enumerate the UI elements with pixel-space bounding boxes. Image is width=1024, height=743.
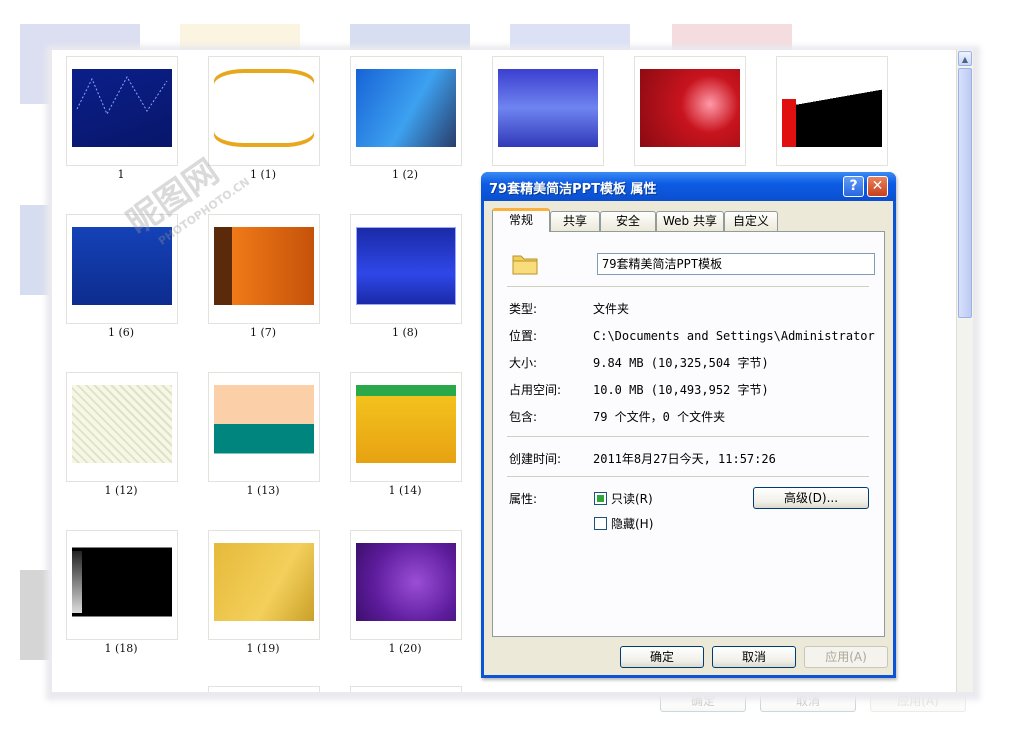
thumbnail-caption: 1 (1) bbox=[249, 168, 277, 181]
thumbnail-item[interactable] bbox=[208, 56, 320, 166]
apply-button[interactable]: 应用(A) bbox=[804, 646, 888, 668]
thumbnail-image bbox=[214, 543, 314, 621]
divider bbox=[507, 476, 869, 477]
thumbnail-item[interactable] bbox=[208, 686, 320, 692]
thumbnail-caption: 1 (7) bbox=[249, 326, 277, 339]
thumbnail-side-strip bbox=[72, 551, 82, 613]
checkbox-indeterminate-mark bbox=[597, 495, 604, 502]
dialog-title: 79套精美简洁PPT模板 属性 bbox=[489, 182, 657, 197]
thumbnail-image bbox=[72, 69, 172, 147]
contains-value: 79 个文件，0 个文件夹 bbox=[593, 410, 726, 424]
thumbnail-item[interactable] bbox=[208, 372, 320, 482]
type-value: 文件夹 bbox=[593, 302, 630, 316]
hidden-label[interactable]: 隐藏(H) bbox=[611, 515, 653, 532]
tab-customize[interactable]: 自定义 bbox=[724, 211, 778, 231]
thumbnail-caption: 1 bbox=[117, 168, 125, 181]
hidden-checkbox[interactable] bbox=[594, 517, 607, 530]
thumbnail-item[interactable] bbox=[66, 56, 178, 166]
thumbnail-item[interactable] bbox=[350, 686, 462, 692]
general-tab-panel: 79套精美简洁PPT模板 类型: 文件夹 位置: C:\Documents an… bbox=[492, 231, 885, 637]
thumbnail-image bbox=[640, 69, 740, 147]
thumbnail-image bbox=[214, 69, 314, 147]
thumbnail-caption: 1 (13) bbox=[246, 484, 280, 497]
thumbnail-item[interactable] bbox=[634, 56, 746, 166]
thumbnail-red-bar bbox=[782, 99, 796, 147]
thumbnail-image bbox=[356, 385, 456, 463]
divider bbox=[507, 286, 869, 287]
contains-label: 包含: bbox=[509, 410, 538, 424]
dialog-body: 常规 共享 安全 Web 共享 自定义 79套精美简洁PPT模板 类型: 文件夹… bbox=[484, 201, 893, 675]
folder-name-field[interactable]: 79套精美简洁PPT模板 bbox=[597, 253, 875, 275]
type-label: 类型: bbox=[509, 302, 538, 316]
thumbnail-item[interactable] bbox=[66, 372, 178, 482]
ok-button[interactable]: 确定 bbox=[620, 646, 704, 668]
thumbnail-item[interactable] bbox=[66, 530, 178, 640]
vertical-scrollbar[interactable]: ▲ bbox=[956, 50, 973, 692]
readonly-checkbox[interactable] bbox=[594, 492, 607, 505]
dialog-title-bar[interactable]: 79套精美简洁PPT模板 属性 ? ✕ bbox=[481, 172, 896, 201]
thumbnail-item[interactable] bbox=[350, 56, 462, 166]
thumbnail-item[interactable] bbox=[492, 56, 604, 166]
thumbnail-item[interactable] bbox=[776, 56, 888, 166]
close-icon[interactable]: ✕ bbox=[867, 176, 888, 197]
thumbnail-item[interactable] bbox=[350, 530, 462, 640]
thumbnail-caption: 1 (18) bbox=[104, 642, 138, 655]
disk-size-value: 10.0 MB (10,493,952 字节) bbox=[593, 383, 769, 397]
scroll-up-icon[interactable]: ▲ bbox=[958, 51, 972, 66]
size-label: 大小: bbox=[509, 356, 538, 370]
thumbnail-image bbox=[76, 75, 168, 116]
tab-general[interactable]: 常规 bbox=[492, 208, 550, 232]
created-value: 2011年8月27日今天, 11:57:26 bbox=[593, 452, 776, 466]
readonly-label[interactable]: 只读(R) bbox=[611, 490, 653, 507]
thumbnail-image bbox=[782, 69, 882, 147]
location-value: C:\Documents and Settings\Administrator\… bbox=[593, 329, 875, 343]
thumbnail-caption: 1 (19) bbox=[246, 642, 280, 655]
thumbnail-image bbox=[72, 227, 172, 305]
tab-web-sharing[interactable]: Web 共享 bbox=[656, 211, 724, 231]
thumbnail-image bbox=[72, 385, 172, 463]
thumbnail-item[interactable] bbox=[350, 372, 462, 482]
scrollbar-thumb[interactable] bbox=[958, 68, 972, 318]
size-value: 9.84 MB (10,325,504 字节) bbox=[593, 356, 769, 370]
advanced-button[interactable]: 高级(D)... bbox=[753, 487, 869, 509]
thumbnail-item[interactable] bbox=[350, 214, 462, 324]
help-icon[interactable]: ? bbox=[843, 176, 864, 197]
thumbnail-image bbox=[498, 69, 598, 147]
thumbnail-caption: 1 (12) bbox=[104, 484, 138, 497]
thumbnail-image bbox=[356, 69, 456, 147]
thumbnail-item[interactable] bbox=[208, 530, 320, 640]
tab-security[interactable]: 安全 bbox=[600, 211, 656, 231]
thumbnail-caption: 1 (8) bbox=[391, 326, 419, 339]
thumbnail-caption: 1 (14) bbox=[388, 484, 422, 497]
properties-dialog[interactable]: 79套精美简洁PPT模板 属性 ? ✕ 常规 共享 安全 Web 共享 自定义 … bbox=[481, 172, 896, 678]
divider bbox=[507, 436, 869, 437]
thumbnail-item[interactable] bbox=[208, 214, 320, 324]
created-label: 创建时间: bbox=[509, 452, 562, 466]
tab-sharing[interactable]: 共享 bbox=[550, 211, 600, 231]
thumbnail-item[interactable] bbox=[66, 214, 178, 324]
cancel-button[interactable]: 取消 bbox=[712, 646, 796, 668]
thumbnail-caption: 1 (2) bbox=[391, 168, 419, 181]
thumbnail-image bbox=[356, 543, 456, 621]
thumbnail-image bbox=[72, 543, 172, 621]
folder-icon bbox=[512, 255, 538, 275]
disk-size-label: 占用空间: bbox=[509, 383, 562, 397]
thumbnail-image bbox=[214, 227, 314, 305]
attributes-label: 属性: bbox=[509, 492, 538, 506]
thumbnail-caption: 1 (6) bbox=[107, 326, 135, 339]
thumbnail-caption: 1 (20) bbox=[388, 642, 422, 655]
thumbnail-image bbox=[356, 227, 456, 305]
location-label: 位置: bbox=[509, 329, 538, 343]
thumbnail-image bbox=[214, 385, 314, 463]
